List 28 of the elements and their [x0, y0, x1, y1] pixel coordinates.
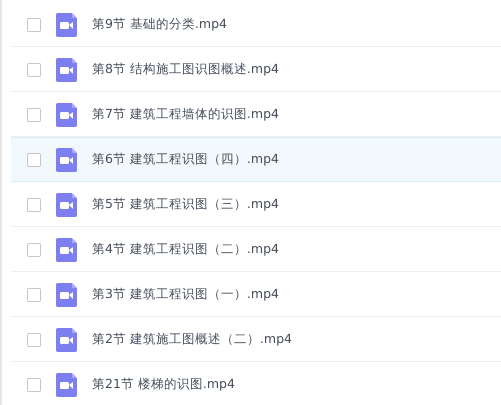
- checkbox[interactable]: [27, 332, 41, 346]
- checkbox[interactable]: [27, 152, 41, 166]
- video-file-icon: [56, 12, 77, 36]
- checkbox[interactable]: [27, 288, 41, 302]
- video-file-icon: [56, 58, 77, 82]
- video-file-icon: [56, 238, 77, 262]
- checkbox[interactable]: [27, 378, 41, 392]
- checkbox[interactable]: [27, 242, 41, 256]
- file-name[interactable]: 第3节 建筑工程识图（一）.mp4: [92, 285, 279, 304]
- file-row[interactable]: 第6节 建筑工程识图（四）.mp4: [11, 137, 501, 182]
- checkbox[interactable]: [27, 62, 41, 76]
- checkbox[interactable]: [27, 198, 41, 212]
- checkbox[interactable]: [27, 108, 41, 122]
- file-name[interactable]: 第4节 建筑工程识图（二）.mp4: [92, 240, 279, 259]
- video-file-icon: [56, 192, 77, 216]
- file-name[interactable]: 第6节 建筑工程识图（四）.mp4: [92, 150, 279, 169]
- file-name[interactable]: 第9节 基础的分类.mp4: [92, 15, 227, 34]
- file-name[interactable]: 第8节 结构施工图识图概述.mp4: [92, 60, 279, 79]
- video-file-icon: [56, 328, 77, 352]
- video-file-icon: [56, 282, 77, 306]
- video-file-icon: [56, 148, 77, 172]
- file-name[interactable]: 第21节 楼梯的识图.mp4: [92, 375, 235, 394]
- file-name[interactable]: 第7节 建筑工程墙体的识图.mp4: [92, 105, 279, 124]
- file-name[interactable]: 第5节 建筑工程识图（三）.mp4: [92, 195, 279, 214]
- video-file-icon: [56, 372, 77, 396]
- checkbox[interactable]: [27, 18, 41, 32]
- video-file-icon: [56, 102, 77, 126]
- file-name[interactable]: 第2节 建筑施工图概述（二）.mp4: [92, 330, 292, 349]
